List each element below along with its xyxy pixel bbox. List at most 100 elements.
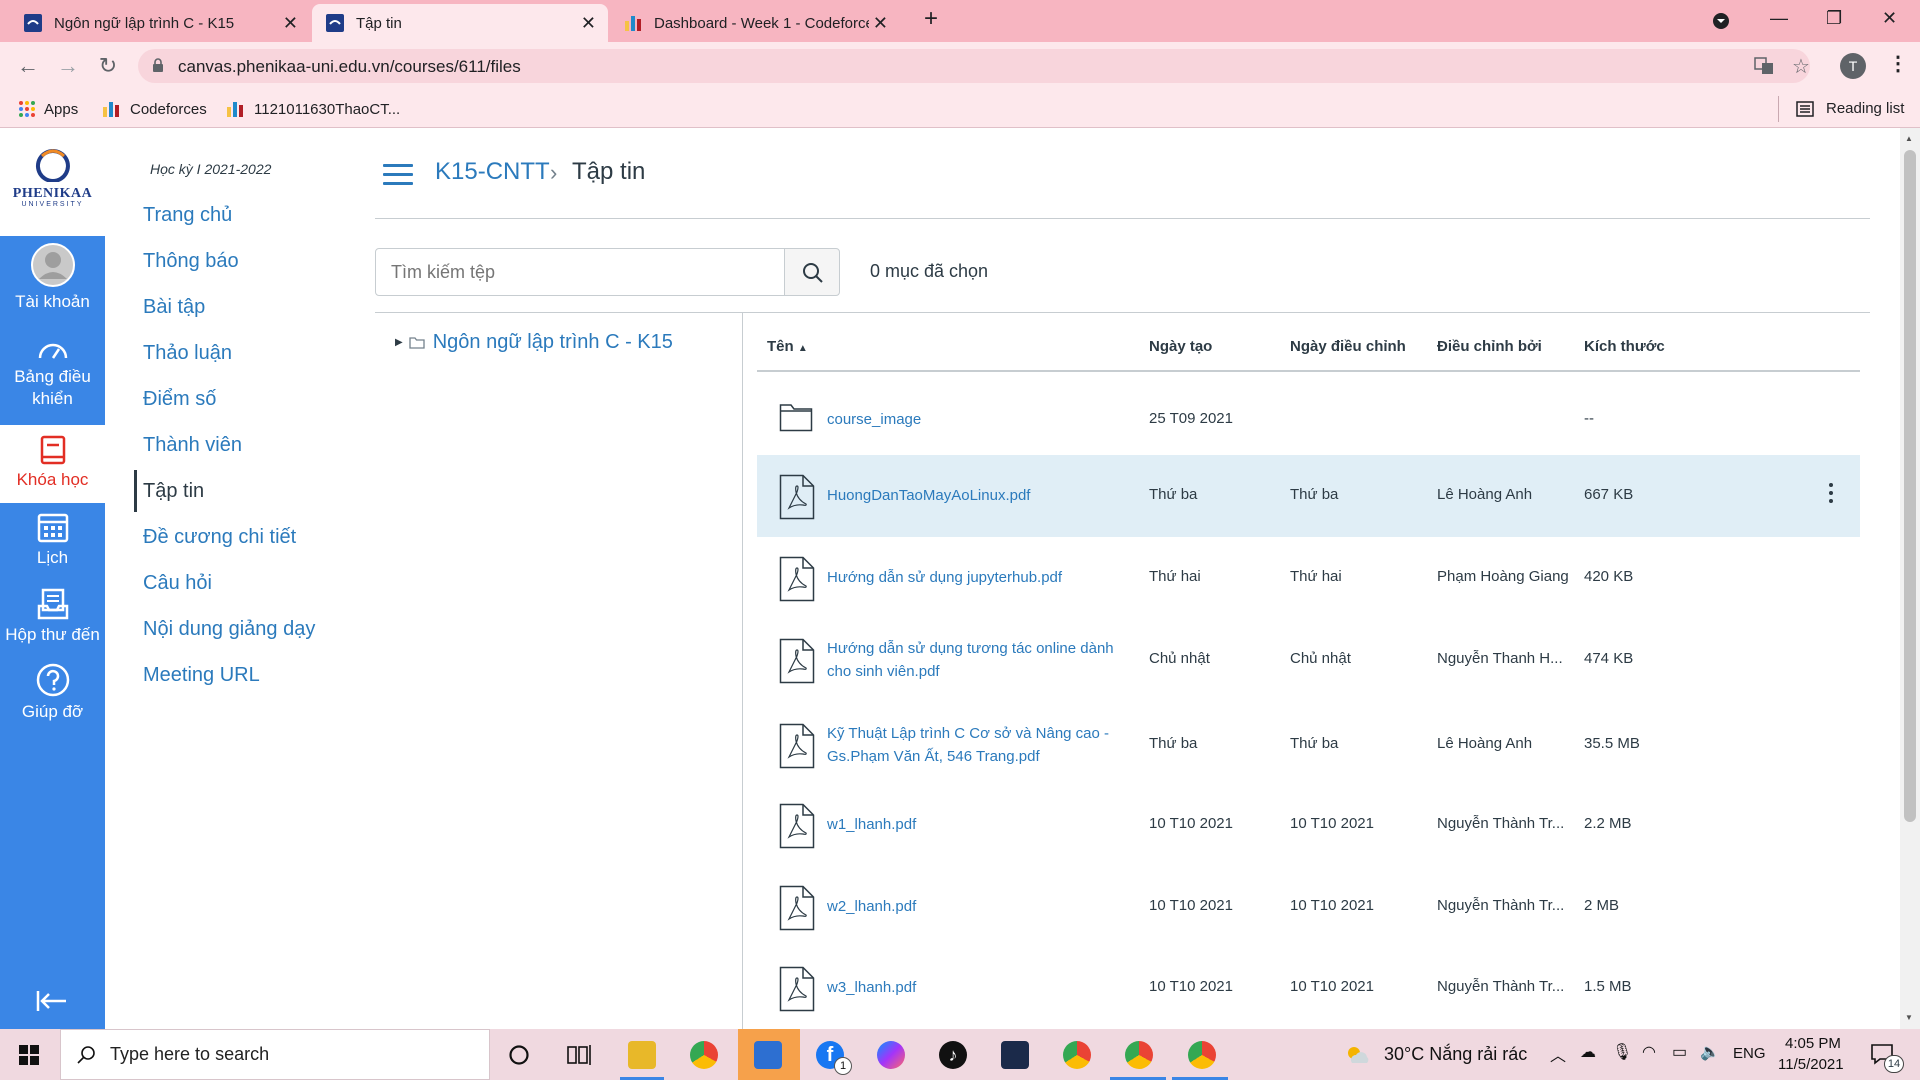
close-tab-icon[interactable]: ✕: [581, 13, 596, 34]
bookmark-star-icon[interactable]: ☆: [1792, 54, 1810, 79]
course-nav-discussions[interactable]: Thảo luận: [143, 342, 232, 365]
new-tab-button[interactable]: +: [924, 5, 938, 33]
course-nav-people[interactable]: Thành viên: [143, 434, 242, 457]
task-view-icon[interactable]: [567, 1044, 591, 1066]
file-row[interactable]: course_image 25 T09 2021 --: [757, 378, 1860, 460]
profile-avatar[interactable]: T: [1840, 53, 1866, 79]
file-row[interactable]: Hướng dẫn sử dụng jupyterhub.pdf Thứ hai…: [757, 537, 1860, 619]
browser-tab-files[interactable]: Tập tin ✕: [312, 4, 608, 42]
file-search-input[interactable]: [375, 248, 785, 296]
folder-tree-root[interactable]: ▶ Ngôn ngữ lập trình C - K15: [395, 331, 673, 354]
battery-icon[interactable]: ▭: [1672, 1042, 1687, 1062]
file-row[interactable]: Kỹ Thuật Lập trình C Cơ sở và Nâng cao -…: [757, 704, 1860, 786]
minimize-icon[interactable]: —: [1770, 8, 1788, 29]
file-name-link[interactable]: Hướng dẫn sử dụng tương tác online dành …: [827, 637, 1137, 683]
course-nav-meeting-url[interactable]: Meeting URL: [143, 664, 260, 687]
column-header-size[interactable]: Kích thước: [1584, 338, 1665, 355]
clock-time[interactable]: 4:05 PM: [1785, 1035, 1841, 1052]
tiktok-icon[interactable]: ♪: [939, 1041, 967, 1069]
translate-icon[interactable]: [1754, 57, 1774, 75]
taskbar-search-box[interactable]: Type here to search: [60, 1029, 490, 1080]
file-row[interactable]: w2_lhanh.pdf 10 T10 2021 10 T10 2021 Ngu…: [757, 866, 1860, 948]
tab-search-icon[interactable]: [1712, 12, 1730, 30]
course-nav-files[interactable]: Tập tin: [143, 480, 204, 503]
page-scrollbar[interactable]: ▲ ▼: [1900, 128, 1920, 1029]
zoom-app-icon[interactable]: [1001, 1041, 1029, 1069]
address-bar[interactable]: canvas.phenikaa-uni.edu.vn/courses/611/f…: [138, 49, 1810, 83]
back-icon[interactable]: ←: [14, 52, 42, 80]
collapse-nav-icon[interactable]: [36, 990, 68, 1012]
bookmark-codeforces[interactable]: Codeforces: [102, 100, 207, 118]
wifi-icon[interactable]: ◠: [1642, 1042, 1656, 1062]
bookmark-apps[interactable]: Apps: [18, 100, 78, 118]
chrome-profile-icon[interactable]: [1125, 1041, 1153, 1069]
close-window-icon[interactable]: ✕: [1882, 8, 1897, 29]
windows-start-icon[interactable]: [19, 1045, 39, 1065]
bookmark-codeforces-profile[interactable]: 1121011630ThaoCT...: [226, 100, 400, 118]
onedrive-icon[interactable]: ☁: [1580, 1042, 1596, 1062]
browser-tab-codeforces[interactable]: Dashboard - Week 1 - Codeforces ✕: [610, 4, 900, 42]
course-nav-grades[interactable]: Điểm số: [143, 388, 216, 411]
file-name-link[interactable]: w1_lhanh.pdf: [827, 813, 1137, 836]
column-header-modified[interactable]: Ngày điều chỉnh: [1290, 338, 1406, 355]
cortana-icon[interactable]: [508, 1044, 530, 1066]
column-header-modified-by[interactable]: Điều chỉnh bởi: [1437, 338, 1542, 355]
file-name-link[interactable]: w2_lhanh.pdf: [827, 895, 1137, 918]
chrome-icon[interactable]: [690, 1041, 718, 1069]
file-row[interactable]: Hướng dẫn sử dụng tương tác online dành …: [757, 619, 1860, 701]
reading-list-button[interactable]: Reading list: [1796, 100, 1904, 117]
course-nav-modules[interactable]: Nội dung giảng dạy: [143, 618, 315, 641]
browser-tab-course[interactable]: Ngôn ngữ lập trình C - K15 ✕: [10, 4, 310, 42]
volume-icon[interactable]: 🔈: [1700, 1042, 1720, 1062]
file-name-link[interactable]: Kỹ Thuật Lập trình C Cơ sở và Nâng cao -…: [827, 722, 1137, 768]
input-language[interactable]: ENG: [1733, 1045, 1766, 1062]
remote-desktop-icon[interactable]: [754, 1041, 782, 1069]
nav-label: Tài khoản: [15, 292, 90, 311]
close-tab-icon[interactable]: ✕: [873, 13, 888, 34]
nav-inbox[interactable]: Hộp thư đến: [0, 588, 105, 646]
file-name-link[interactable]: HuongDanTaoMayAoLinux.pdf: [827, 484, 1137, 507]
show-hidden-icons[interactable]: ︿: [1550, 1042, 1566, 1066]
hamburger-menu-icon[interactable]: [383, 164, 413, 186]
search-button[interactable]: [784, 248, 840, 296]
nav-account[interactable]: Tài khoản: [0, 243, 105, 313]
file-name-link[interactable]: w3_lhanh.pdf: [827, 976, 1137, 999]
nav-dashboard[interactable]: Bảng điều khiển: [0, 338, 105, 410]
messenger-icon[interactable]: [877, 1041, 905, 1069]
scroll-down-icon[interactable]: ▼: [1905, 1013, 1913, 1022]
chrome-profile-icon[interactable]: [1188, 1041, 1216, 1069]
course-nav-home[interactable]: Trang chủ: [143, 204, 232, 227]
file-row[interactable]: w3_lhanh.pdf 10 T10 2021 10 T10 2021 Ngu…: [757, 947, 1860, 1029]
nav-courses[interactable]: Khóa học: [0, 425, 105, 503]
weather-text[interactable]: 30°C Nắng rải rác: [1384, 1044, 1527, 1065]
expand-caret-icon[interactable]: ▶: [395, 337, 403, 348]
microphone-icon[interactable]: 🎙: [1612, 1042, 1632, 1062]
nav-calendar[interactable]: Lịch: [0, 511, 105, 569]
breadcrumb-course[interactable]: K15-CNTT: [435, 158, 550, 186]
course-navigation: Học kỳ I 2021-2022 Trang chủ Thông báo B…: [105, 128, 355, 1029]
file-name-link[interactable]: Hướng dẫn sử dụng jupyterhub.pdf: [827, 566, 1137, 589]
file-row[interactable]: w1_lhanh.pdf 10 T10 2021 10 T10 2021 Ngu…: [757, 784, 1860, 866]
restore-icon[interactable]: ❐: [1826, 8, 1842, 29]
course-nav-quizzes[interactable]: Câu hỏi: [143, 572, 212, 595]
scrollbar-thumb[interactable]: [1904, 150, 1916, 822]
phenikaa-logo[interactable]: PHENIKAA UNIVERSITY: [0, 128, 105, 236]
file-name-link[interactable]: course_image: [827, 408, 1137, 431]
scroll-up-icon[interactable]: ▲: [1905, 134, 1913, 143]
forward-icon[interactable]: →: [54, 52, 82, 80]
chrome-profile-icon[interactable]: [1063, 1041, 1091, 1069]
browser-menu-icon[interactable]: ⋮: [1888, 51, 1908, 76]
clock-date[interactable]: 11/5/2021: [1778, 1056, 1844, 1073]
course-nav-assignments[interactable]: Bài tập: [143, 296, 205, 319]
weather-partly-sunny-icon[interactable]: [1344, 1043, 1372, 1067]
course-nav-announcements[interactable]: Thông báo: [143, 250, 239, 273]
more-options-icon[interactable]: [1829, 483, 1833, 507]
course-nav-syllabus[interactable]: Đề cương chi tiết: [143, 526, 296, 549]
file-explorer-icon[interactable]: [628, 1041, 656, 1069]
column-header-name[interactable]: Tên ▲: [767, 338, 808, 355]
file-row[interactable]: HuongDanTaoMayAoLinux.pdf Thứ ba Thứ ba …: [757, 455, 1860, 537]
close-tab-icon[interactable]: ✕: [283, 13, 298, 34]
reload-icon[interactable]: ↻: [94, 52, 122, 80]
nav-help[interactable]: Giúp đỡ: [0, 663, 105, 723]
column-header-created[interactable]: Ngày tạo: [1149, 338, 1212, 355]
